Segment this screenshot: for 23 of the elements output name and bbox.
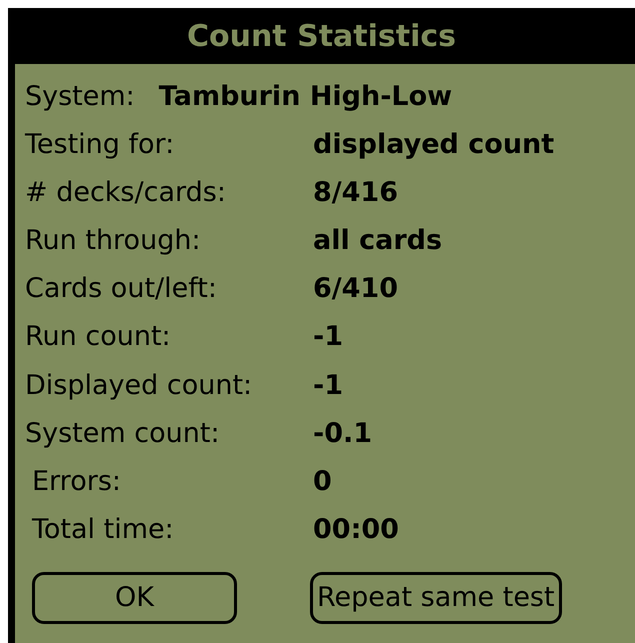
- field-value: -1: [313, 370, 343, 401]
- field-value: 8/416: [313, 176, 398, 208]
- field-label: Cards out/left:: [25, 273, 218, 304]
- field-label: System count:: [25, 418, 221, 449]
- field-value: Tamburin High-Low: [158, 80, 452, 112]
- field-label: # decks/cards:: [25, 176, 227, 208]
- field-value: 0: [313, 466, 332, 497]
- ok-button[interactable]: OK: [32, 572, 237, 624]
- field-label: System:: [25, 80, 135, 112]
- field-value: -1: [313, 321, 343, 352]
- field-label: Testing for:: [25, 128, 176, 160]
- field-value: 6/410: [313, 273, 398, 304]
- field-value: displayed count: [313, 128, 554, 160]
- field-label: Displayed count:: [25, 370, 254, 401]
- field-label: Run count:: [25, 321, 172, 352]
- field-label: Errors:: [31, 466, 122, 497]
- field-value: 00:00: [313, 514, 399, 546]
- field-label: Total time:: [30, 514, 175, 546]
- field-value: -0.1: [313, 418, 372, 449]
- field-label: Run through:: [25, 224, 202, 256]
- window-title: Count Statistics: [186, 18, 458, 56]
- repeat-button[interactable]: Repeat same test: [310, 572, 562, 624]
- field-value: all cards: [313, 224, 442, 256]
